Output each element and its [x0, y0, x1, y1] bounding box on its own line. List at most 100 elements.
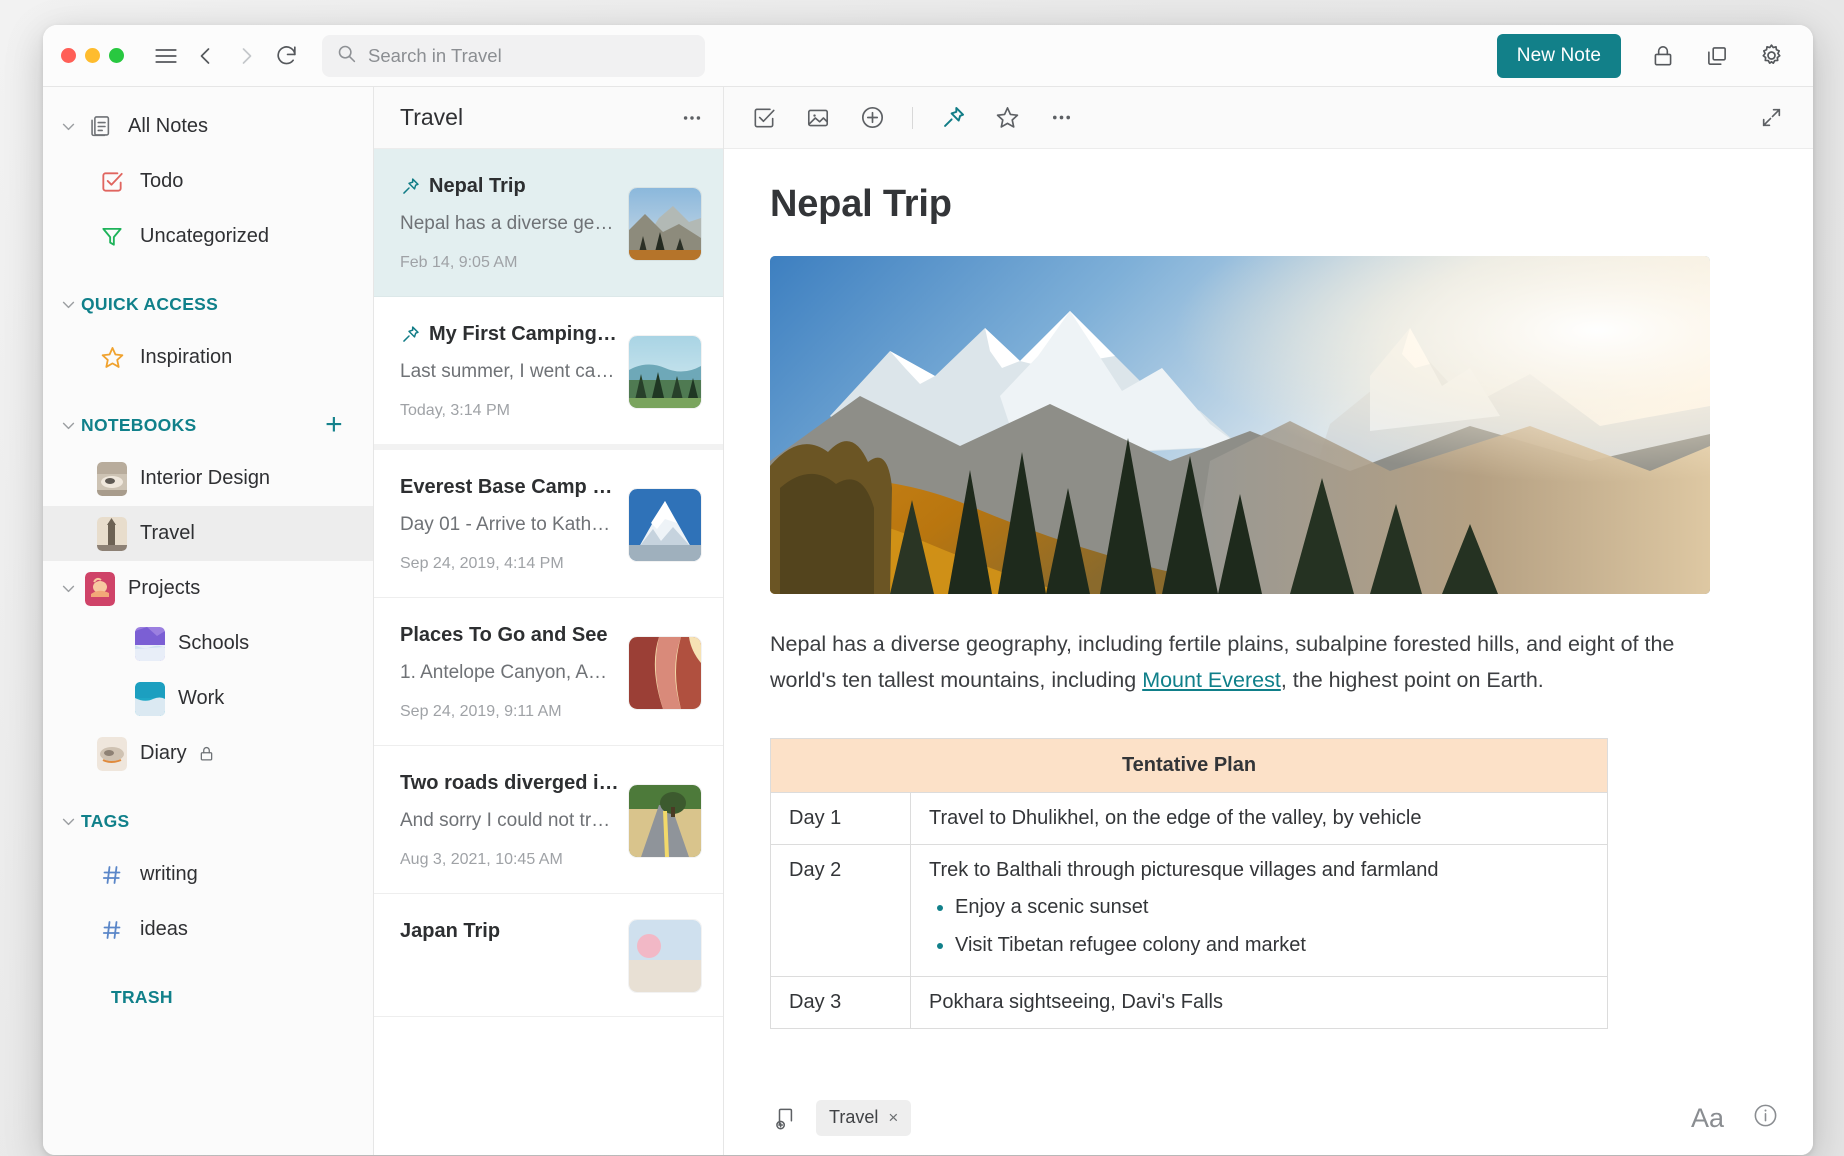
- chevron-down-icon[interactable]: [55, 296, 81, 313]
- note-title-row: Places To Go and See: [400, 624, 619, 647]
- gear-icon[interactable]: [1751, 36, 1791, 76]
- chevron-down-icon[interactable]: [55, 417, 81, 434]
- notes-stack-icon: [81, 113, 119, 140]
- note-title-row: Japan Trip: [400, 920, 619, 943]
- notebook-thumbnail: [93, 517, 131, 551]
- note-title-row: Two roads diverged in …: [400, 772, 619, 795]
- note-thumbnail: [629, 336, 701, 408]
- sidebar-section-tags[interactable]: TAGS: [43, 795, 373, 847]
- sidebar-item-label: Diary: [140, 742, 187, 765]
- main-content: All Notes Todo Uncategorized: [43, 87, 1813, 1155]
- list-item[interactable]: Places To Go and See 1. Antelope Canyon,…: [374, 598, 723, 746]
- list-item[interactable]: Two roads diverged in … And sorry I coul…: [374, 746, 723, 894]
- sidebar-item-inspiration[interactable]: Inspiration: [43, 330, 373, 385]
- note-date: Aug 3, 2021, 10:45 AM: [400, 851, 619, 869]
- sidebar-item-tag-writing[interactable]: writing: [43, 847, 373, 902]
- notebook-thumbnail: [131, 682, 169, 716]
- plus-icon[interactable]: +: [325, 410, 343, 440]
- sidebar-item-label: All Notes: [128, 115, 208, 138]
- checklist-icon[interactable]: [744, 98, 784, 138]
- close-icon[interactable]: ×: [888, 1108, 898, 1128]
- image-icon[interactable]: [798, 98, 838, 138]
- list-item[interactable]: Nepal Trip Nepal has a diverse ge… Feb 1…: [374, 149, 723, 297]
- lock-icon[interactable]: [1643, 36, 1683, 76]
- table-cell-detail: Trek to Balthali through picturesque vil…: [911, 845, 1608, 977]
- search-icon: [336, 43, 357, 69]
- sidebar-item-label: Projects: [128, 577, 200, 600]
- mount-everest-link[interactable]: Mount Everest: [1142, 668, 1281, 692]
- note-editor: Nepal Trip: [724, 87, 1813, 1155]
- checkbox-icon: [93, 169, 131, 195]
- add-tag-icon[interactable]: [770, 1098, 802, 1138]
- sidebar-item-interior-design[interactable]: Interior Design: [43, 451, 373, 506]
- sidebar-section-quick-access[interactable]: QUICK ACCESS: [43, 278, 373, 330]
- tag-label: Travel: [829, 1107, 878, 1128]
- sidebar-item-work[interactable]: Work: [43, 671, 373, 726]
- minimize-button[interactable]: [85, 48, 100, 63]
- sidebar-item-diary[interactable]: Diary: [43, 726, 373, 781]
- notebook-thumbnail: [131, 627, 169, 661]
- bullet-item: Enjoy a scenic sunset: [955, 894, 1589, 920]
- chevron-down-icon[interactable]: [55, 118, 81, 135]
- chevron-right-icon[interactable]: [226, 36, 266, 76]
- close-button[interactable]: [61, 48, 76, 63]
- footer-actions: Aa: [1691, 1102, 1779, 1134]
- chevron-down-icon[interactable]: [55, 580, 81, 597]
- sidebar-item-trash[interactable]: TRASH: [43, 971, 373, 1023]
- list-item[interactable]: Japan Trip: [374, 894, 723, 1017]
- sidebar-section-notebooks[interactable]: NOTEBOOKS +: [43, 399, 373, 451]
- sidebar-gap: [43, 385, 373, 399]
- table-body: Day 1 Travel to Dhulikhel, on the edge o…: [771, 793, 1608, 1029]
- page-title[interactable]: Nepal Trip: [770, 183, 1769, 226]
- sidebar-item-label: ideas: [140, 918, 188, 941]
- pin-icon[interactable]: [933, 98, 973, 138]
- star-icon[interactable]: [987, 98, 1027, 138]
- table-row: Day 3 Pokhara sightseeing, Davi's Falls: [771, 977, 1608, 1029]
- note-thumbnail: [629, 785, 701, 857]
- sidebar-item-schools[interactable]: Schools: [43, 616, 373, 671]
- table-row: Day 2 Trek to Balthali through picturesq…: [771, 845, 1608, 977]
- note-thumbnail: [629, 637, 701, 709]
- sidebar-section-label: TRASH: [111, 987, 173, 1008]
- search-input[interactable]: Search in Travel: [322, 35, 705, 77]
- sidebar-item-all-notes[interactable]: All Notes: [43, 99, 373, 154]
- ellipsis-icon[interactable]: [681, 107, 703, 129]
- list-item[interactable]: My First Camping … Last summer, I went c…: [374, 297, 723, 450]
- sidebar-item-label: writing: [140, 863, 198, 886]
- font-size-button[interactable]: Aa: [1691, 1103, 1724, 1134]
- ellipsis-icon[interactable]: [1041, 98, 1081, 138]
- reload-icon[interactable]: [266, 36, 306, 76]
- sidebar-item-projects[interactable]: Projects: [43, 561, 373, 616]
- toolbar-divider: [912, 107, 913, 129]
- sidebar-item-todo[interactable]: Todo: [43, 154, 373, 209]
- new-note-button[interactable]: New Note: [1497, 34, 1621, 78]
- plus-circle-icon[interactable]: [852, 98, 892, 138]
- expand-icon[interactable]: [1751, 98, 1791, 138]
- maximize-button[interactable]: [109, 48, 124, 63]
- list-item[interactable]: Everest Base Camp Trek Day 01 - Arrive t…: [374, 450, 723, 598]
- note-title: Two roads diverged in …: [400, 772, 619, 795]
- tag-chip-travel[interactable]: Travel ×: [816, 1100, 911, 1136]
- sidebar-item-travel[interactable]: Travel: [43, 506, 373, 561]
- note-title: Places To Go and See: [400, 624, 607, 647]
- duplicate-window-icon[interactable]: [1697, 36, 1737, 76]
- window-controls: [61, 48, 124, 63]
- editor-footer: Travel × Aa: [724, 1081, 1813, 1155]
- note-date: Today, 3:14 PM: [400, 402, 619, 420]
- hero-image: [770, 256, 1710, 594]
- sidebar-item-tag-ideas[interactable]: ideas: [43, 902, 373, 957]
- chevron-down-icon[interactable]: [55, 813, 81, 830]
- tentative-plan-table: Tentative Plan Day 1 Travel to Dhulikhel…: [770, 738, 1608, 1029]
- sidebar-item-uncategorized[interactable]: Uncategorized: [43, 209, 373, 264]
- nepal-himalaya-sunrise-illustration: [770, 256, 1710, 594]
- sidebar-item-label: Work: [178, 687, 224, 710]
- sidebar-item-label: Uncategorized: [140, 225, 269, 248]
- chevron-left-icon[interactable]: [186, 36, 226, 76]
- table-cell-detail: Travel to Dhulikhel, on the edge of the …: [911, 793, 1608, 845]
- table-header-row: Tentative Plan: [771, 739, 1608, 793]
- hamburger-icon[interactable]: [146, 36, 186, 76]
- info-icon[interactable]: [1752, 1102, 1779, 1134]
- table-cell-day: Day 1: [771, 793, 911, 845]
- table-head: Tentative Plan: [771, 739, 1608, 793]
- note-text-block: Nepal Trip Nepal has a diverse ge… Feb 1…: [400, 175, 619, 272]
